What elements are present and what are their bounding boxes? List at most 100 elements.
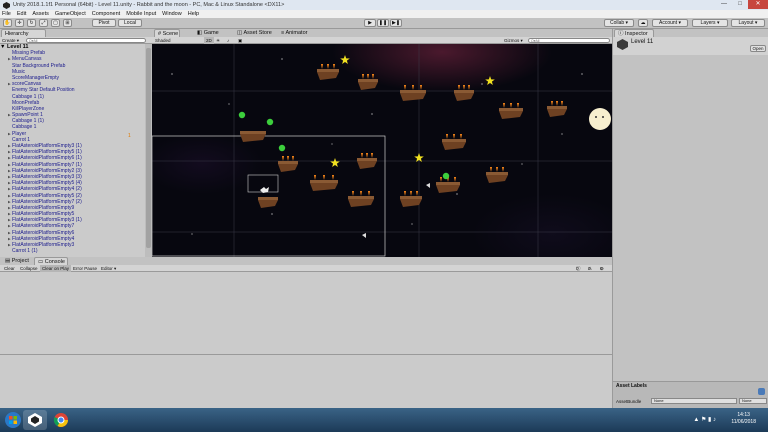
window-title-bar: Unity 2018.1.1f1 Personal (64bit) - Leve… bbox=[0, 0, 768, 10]
carrot-sprite bbox=[332, 175, 334, 180]
audio-toggle-icon[interactable]: ♪ bbox=[227, 37, 229, 44]
tab-scene[interactable]: # Scene bbox=[154, 29, 180, 37]
window-title: Unity 2018.1.1f1 Personal (64bit) - Leve… bbox=[13, 2, 285, 8]
taskbar-clock[interactable]: 14:13 11/06/2018 bbox=[731, 412, 756, 426]
asteroid-platform bbox=[317, 64, 339, 80]
step-button[interactable]: ▶❚ bbox=[390, 19, 402, 27]
windows-taskbar: ▲ ⚑ ▮ ♪ 14:13 11/06/2018 bbox=[0, 408, 768, 432]
asteroid-platform bbox=[499, 103, 523, 119]
asset-store-icon: ◫ bbox=[237, 30, 243, 36]
2d-toggle[interactable]: 2D bbox=[204, 37, 214, 44]
carrot-sprite bbox=[453, 134, 455, 139]
asteroid-platform bbox=[400, 191, 422, 207]
carrot-sprite bbox=[556, 101, 558, 106]
carrot-sprite bbox=[352, 191, 354, 196]
console-panel: ▤ Project ▭ Console Clear Collapse Clear… bbox=[0, 257, 612, 408]
audio-gizmo-icon bbox=[362, 233, 366, 238]
menu-mobile-input[interactable]: Mobile Input bbox=[126, 11, 156, 17]
cabbage-enemy bbox=[278, 144, 286, 152]
tab-animator[interactable]: ≡ Animator bbox=[278, 29, 312, 37]
menu-help[interactable]: Help bbox=[188, 11, 199, 17]
carrot-sprite bbox=[517, 103, 519, 108]
asset-labels-title: Asset Labels bbox=[616, 383, 647, 389]
menu-gameobject[interactable]: GameObject bbox=[55, 11, 86, 17]
local-toggle[interactable]: Local bbox=[118, 19, 142, 27]
rect-tool-icon[interactable]: ▢ bbox=[51, 19, 60, 27]
menu-window[interactable]: Window bbox=[162, 11, 182, 17]
carrot-sprite bbox=[287, 156, 289, 161]
menu-file[interactable]: File bbox=[2, 11, 11, 17]
move-tool-icon[interactable]: ✛ bbox=[15, 19, 24, 27]
start-button[interactable] bbox=[1, 410, 25, 430]
carrot-sprite bbox=[502, 167, 504, 172]
scene-viewport[interactable] bbox=[152, 44, 612, 257]
carrot-sprite bbox=[446, 134, 448, 139]
carrot-sprite bbox=[282, 156, 284, 161]
shading-dropdown[interactable]: Shaded bbox=[155, 37, 171, 44]
collab-dropdown[interactable]: Collab ▾ bbox=[604, 19, 634, 27]
rotate-tool-icon[interactable]: ↻ bbox=[27, 19, 36, 27]
close-button[interactable]: ✕ bbox=[748, 0, 768, 9]
asteroid-platform bbox=[240, 131, 266, 142]
carrot-sprite bbox=[360, 191, 362, 196]
menu-component[interactable]: Component bbox=[92, 11, 120, 17]
transform-tool-icon[interactable]: ⊞ bbox=[63, 19, 72, 27]
layout-dropdown[interactable]: Layout ▾ bbox=[731, 19, 765, 27]
tab-hierarchy[interactable]: Hierarchy bbox=[1, 29, 46, 37]
moon-eye bbox=[595, 116, 597, 118]
carrot-sprite bbox=[367, 74, 369, 79]
assetbundle-dropdown[interactable]: None bbox=[651, 398, 737, 404]
star-pickup bbox=[485, 76, 495, 85]
collapse-button[interactable]: Collapse bbox=[18, 265, 40, 272]
editor-dropdown[interactable]: Editor ▾ bbox=[99, 265, 118, 272]
effects-toggle-icon[interactable]: ▣ bbox=[238, 37, 242, 44]
game-tab-icon: ◧ bbox=[197, 30, 203, 36]
main-toolbar: ✋ ✛ ↻ ⤢ ▢ ⊞ Pivot Local ▶ ❚❚ ▶❚ Collab ▾… bbox=[0, 18, 768, 29]
tab-project[interactable]: ▤ Project bbox=[2, 257, 30, 265]
lighting-toggle-icon[interactable]: ☀ bbox=[216, 37, 220, 44]
hierarchy-panel: Hierarchy Create ▾ ▼ Level 11 Missing Pr… bbox=[0, 29, 152, 257]
scene-search-input[interactable] bbox=[528, 38, 610, 43]
taskbar-unity-button[interactable] bbox=[23, 410, 47, 430]
assetbundle-variant-dropdown[interactable]: None bbox=[739, 398, 767, 404]
carrot-sprite bbox=[314, 175, 316, 180]
clear-on-play-button[interactable]: Clear on Play bbox=[40, 265, 72, 272]
console-log-area[interactable] bbox=[0, 272, 612, 408]
cloud-icon[interactable]: ☁ bbox=[638, 19, 648, 27]
taskbar-chrome-button[interactable] bbox=[49, 410, 73, 430]
hierarchy-item[interactable]: Carrot 1 (1) bbox=[0, 248, 145, 254]
gizmos-dropdown[interactable]: Gizmos ▾ bbox=[504, 37, 523, 44]
carrot-sprite bbox=[327, 64, 329, 69]
tab-console[interactable]: ▭ Console bbox=[34, 257, 68, 265]
minimize-button[interactable]: — bbox=[716, 0, 732, 9]
clear-button[interactable]: Clear bbox=[2, 265, 17, 272]
account-dropdown[interactable]: Account ▾ bbox=[652, 19, 688, 27]
cabbage-enemy bbox=[266, 118, 274, 126]
hierarchy-list: ▼ Level 11 Missing PrefabMenuCanvasStar … bbox=[0, 44, 145, 257]
tray-icons[interactable]: ▲ ⚑ ▮ ♪ bbox=[693, 416, 716, 423]
menu-edit[interactable]: Edit bbox=[17, 11, 26, 17]
menu-assets[interactable]: Assets bbox=[32, 11, 49, 17]
console-detail-divider[interactable] bbox=[0, 354, 612, 355]
layers-dropdown[interactable]: Layers ▾ bbox=[692, 19, 728, 27]
moon-eye bbox=[602, 116, 604, 118]
carrot-sprite bbox=[292, 156, 294, 161]
tab-asset-store[interactable]: ◫ Asset Store bbox=[234, 29, 274, 37]
play-button[interactable]: ▶ bbox=[364, 19, 376, 27]
tab-inspector[interactable]: ⓘ Inspector bbox=[614, 29, 654, 37]
carrot-sprite bbox=[454, 177, 456, 182]
star-pickup bbox=[330, 158, 340, 167]
inspector-panel: ⓘ Inspector Level 11 Open Asset Labels A… bbox=[612, 29, 768, 408]
hierarchy-search-input[interactable] bbox=[26, 38, 146, 43]
maximize-button[interactable]: □ bbox=[732, 0, 748, 9]
label-tag-icon[interactable] bbox=[758, 388, 765, 395]
create-dropdown[interactable]: Create ▾ bbox=[2, 37, 19, 44]
hierarchy-scrollbar[interactable] bbox=[145, 44, 152, 257]
scale-tool-icon[interactable]: ⤢ bbox=[39, 19, 48, 27]
open-button[interactable]: Open bbox=[750, 45, 766, 52]
error-pause-button[interactable]: Error Pause bbox=[71, 265, 99, 272]
tab-game[interactable]: ◧ Game bbox=[194, 29, 222, 37]
pause-button[interactable]: ❚❚ bbox=[377, 19, 389, 27]
hand-tool-icon[interactable]: ✋ bbox=[3, 19, 12, 27]
pivot-toggle[interactable]: Pivot bbox=[92, 19, 116, 27]
